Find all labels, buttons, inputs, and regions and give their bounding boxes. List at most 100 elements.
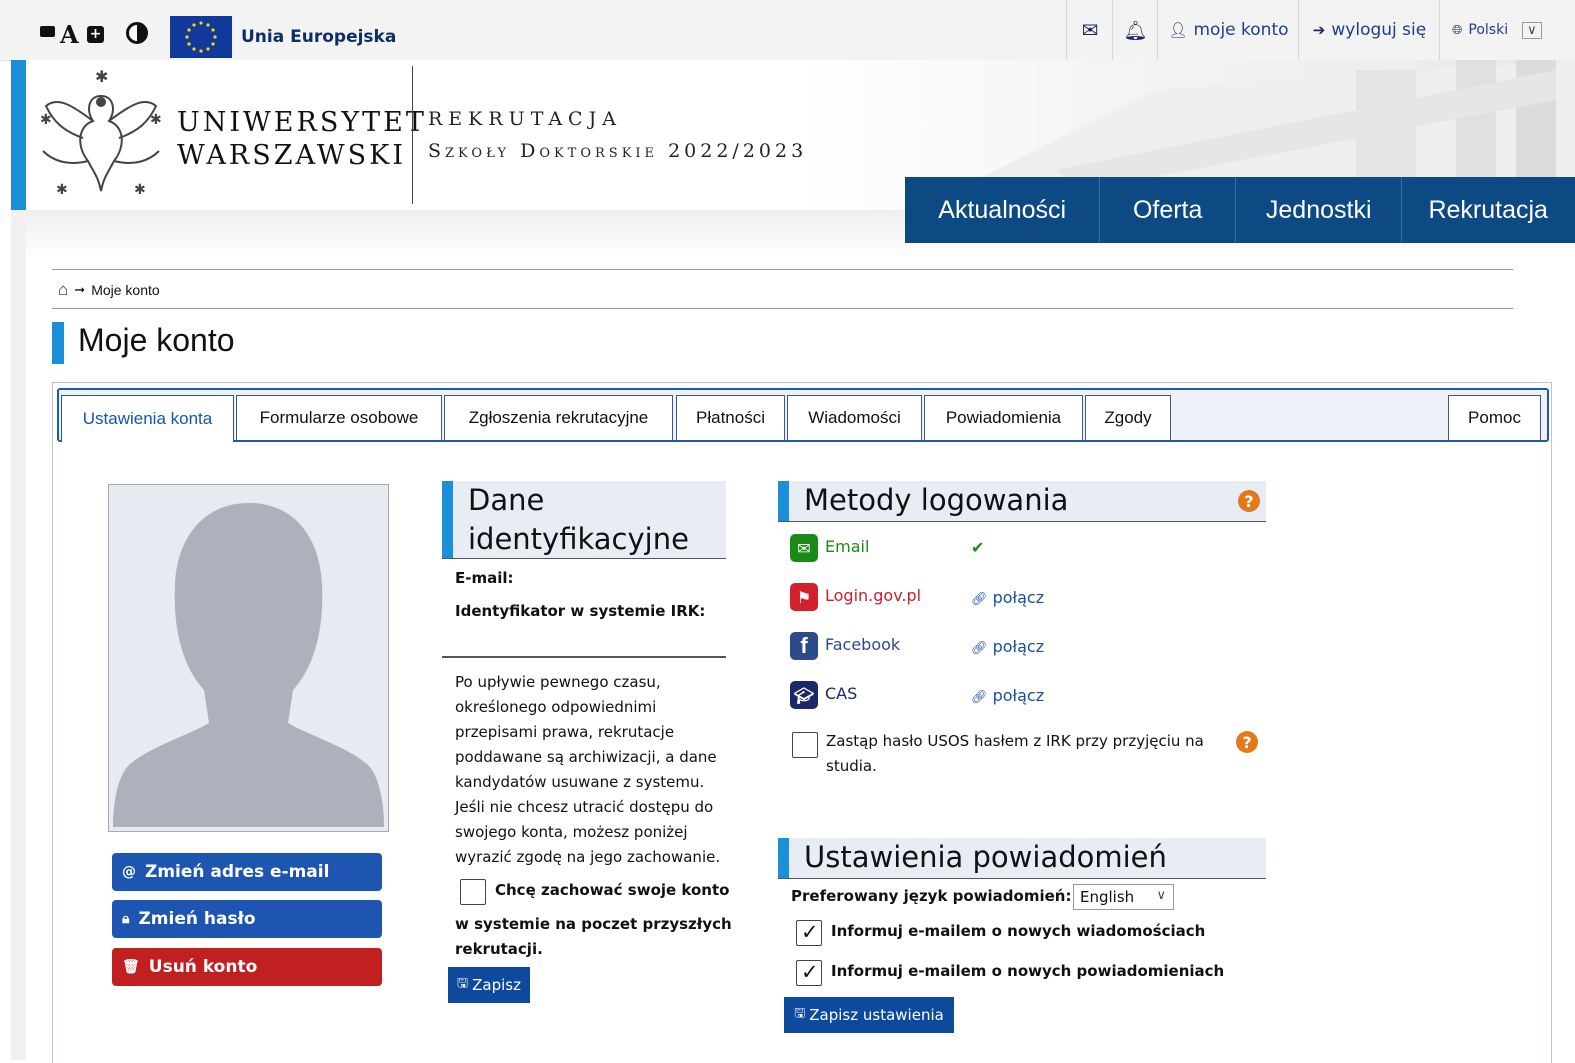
cas-connect-link[interactable]: 🔗︎ połącz bbox=[971, 686, 1044, 705]
nav-item-jednostki[interactable]: Jednostki bbox=[1236, 177, 1403, 243]
decrease-font-icon[interactable] bbox=[40, 26, 55, 37]
tab-platnosci[interactable]: Płatności bbox=[676, 395, 785, 440]
tab-wiadomosci[interactable]: Wiadomości bbox=[787, 395, 922, 440]
irk-id-label: Identyfikator w systemie IRK: bbox=[455, 602, 706, 620]
change-email-button[interactable]: @ Zmień adres e-mail bbox=[112, 853, 382, 891]
login-methods-header: Metody logowania ? bbox=[778, 481, 1266, 522]
identity-accent bbox=[442, 481, 453, 558]
svg-text:✱: ✱ bbox=[95, 67, 108, 86]
delete-account-label: Usuń konto bbox=[148, 957, 258, 977]
notify-notifications-checkbox[interactable] bbox=[796, 960, 822, 986]
language-select[interactable]: 🌐︎ Polski ∨ bbox=[1439, 0, 1575, 60]
breadcrumb-current: Moje konto bbox=[91, 282, 160, 298]
notifications-heading: Ustawienia powiadomień bbox=[804, 840, 1167, 874]
page-title: Moje konto bbox=[78, 322, 235, 358]
keep-account-label-rest: w systemie na poczet przyszłych rekrutac… bbox=[455, 915, 732, 958]
link-icon: 🔗︎ bbox=[971, 592, 988, 607]
link-icon: 🔗︎ bbox=[971, 641, 988, 656]
save-notifications-label: Zapisz ustawienia bbox=[809, 1006, 944, 1024]
my-account-link[interactable]: 👤︎ moje konto bbox=[1157, 0, 1299, 60]
breadcrumb: ⌂ ➞ Moje konto bbox=[58, 280, 160, 300]
replace-password-checkbox[interactable] bbox=[792, 732, 818, 758]
top-bar: A + Unia Europejska ✉ 🔔︎ 👤︎ moje konto ➔… bbox=[0, 0, 1575, 61]
svg-text:✱: ✱ bbox=[150, 112, 162, 128]
facebook-icon: f bbox=[790, 632, 818, 660]
identity-heading-line1: Dane bbox=[468, 483, 545, 517]
bell-icon: 🔔︎ bbox=[1123, 19, 1148, 42]
font-size-icon[interactable]: A bbox=[60, 20, 79, 49]
user-icon: 👤︎ bbox=[1168, 21, 1188, 39]
facebook-connect-label: połącz bbox=[992, 637, 1045, 656]
notification-language-value: English bbox=[1080, 888, 1135, 906]
archive-info-text: Po upływie pewnego czasu, określonego od… bbox=[455, 673, 721, 866]
breadcrumb-divider-bottom bbox=[52, 308, 1513, 309]
messages-button[interactable]: ✉ bbox=[1066, 0, 1113, 60]
notify-messages-checkbox[interactable] bbox=[796, 920, 822, 946]
main-nav: Aktualności Oferta Jednostki Rekrutacja bbox=[905, 177, 1575, 243]
eu-label[interactable]: Unia Europejska bbox=[241, 27, 396, 47]
notification-language-select[interactable]: English ∨ bbox=[1073, 884, 1174, 910]
university-eagle-logo[interactable]: ✱ ✱ ✱ ✱ ✱ bbox=[38, 66, 164, 206]
identity-section-header: Dane identyfikacyjne bbox=[442, 481, 726, 559]
identity-divider bbox=[442, 656, 726, 658]
login-methods-help-icon[interactable]: ? bbox=[1238, 490, 1260, 512]
svg-text:✱: ✱ bbox=[134, 182, 146, 198]
my-account-label: moje konto bbox=[1193, 20, 1289, 40]
tab-zgloszenia-rekrutacyjne[interactable]: Zgłoszenia rekrutacyjne bbox=[444, 395, 673, 440]
header-subtitle-line2: Szkoły Doktorskie 2022/2023 bbox=[428, 140, 808, 162]
identity-heading-line2: identyfikacyjne bbox=[468, 522, 689, 556]
change-email-label: Zmień adres e-mail bbox=[145, 862, 330, 882]
header-accent bbox=[11, 60, 26, 210]
logout-icon: ➔ bbox=[1312, 21, 1326, 39]
replace-password-label: Zastąp hasło USOS hasłem z IRK przy przy… bbox=[826, 732, 1204, 775]
breadcrumb-divider-top bbox=[52, 269, 1513, 270]
at-icon: @ bbox=[122, 864, 136, 880]
save-notifications-button[interactable]: 🖫︎ Zapisz ustawienia bbox=[784, 997, 954, 1033]
notification-language-label: Preferowany język powiadomień: bbox=[791, 887, 1072, 905]
eu-flag-icon bbox=[170, 16, 232, 58]
tab-zgody[interactable]: Zgody bbox=[1085, 395, 1171, 440]
logout-link[interactable]: ➔ wyloguj się bbox=[1298, 0, 1440, 60]
lock-icon: 🔒︎ bbox=[122, 911, 130, 927]
nav-item-aktualnosci[interactable]: Aktualności bbox=[905, 177, 1101, 243]
envelope-icon: ✉ bbox=[1081, 18, 1099, 42]
increase-font-icon[interactable]: + bbox=[87, 26, 104, 43]
change-password-button[interactable]: 🔒︎ Zmień hasło bbox=[112, 900, 382, 938]
tab-powiadomienia[interactable]: Powiadomienia bbox=[924, 395, 1083, 440]
tab-ustawienia-konta[interactable]: Ustawienia konta bbox=[61, 395, 234, 442]
login-methods-accent bbox=[778, 481, 789, 521]
tab-formularze-osobowe[interactable]: Formularze osobowe bbox=[236, 395, 442, 440]
contrast-icon[interactable] bbox=[126, 22, 148, 44]
notifications-header: Ustawienia powiadomień bbox=[778, 838, 1266, 879]
login-gov-connect-link[interactable]: 🔗︎ połącz bbox=[971, 588, 1044, 607]
university-name-line1: UNIWERSYTET bbox=[177, 107, 427, 138]
change-password-label: Zmień hasło bbox=[138, 909, 256, 929]
cas-name: CAS bbox=[825, 684, 858, 703]
save-icon: 🖫︎ bbox=[457, 976, 469, 991]
login-gov-name: Login.gov.pl bbox=[825, 586, 922, 605]
nav-item-rekrutacja[interactable]: Rekrutacja bbox=[1402, 177, 1575, 243]
email-method-name: Email bbox=[825, 537, 870, 556]
nav-item-oferta[interactable]: Oferta bbox=[1100, 177, 1236, 243]
svg-text:✱: ✱ bbox=[56, 182, 68, 198]
notify-notifications-label: Informuj e-mailem o nowych powiadomienia… bbox=[831, 962, 1225, 980]
language-label: Polski bbox=[1468, 22, 1509, 38]
notifications-button[interactable]: 🔔︎ bbox=[1112, 0, 1158, 60]
tab-pomoc[interactable]: Pomoc bbox=[1448, 395, 1541, 440]
notify-messages-label: Informuj e-mailem o nowych wiadomościach bbox=[831, 922, 1206, 940]
avatar-silhouette-icon bbox=[113, 489, 384, 827]
replace-password-help-icon[interactable]: ? bbox=[1236, 731, 1258, 753]
keep-account-checkbox[interactable] bbox=[460, 879, 486, 905]
link-icon: 🔗︎ bbox=[971, 690, 988, 705]
save-identity-button[interactable]: 🖫︎ Zapisz bbox=[448, 967, 530, 1003]
header-subtitle-line1: REKRUTACJA bbox=[428, 108, 622, 130]
facebook-connect-link[interactable]: 🔗︎ połącz bbox=[971, 637, 1044, 656]
home-icon[interactable]: ⌂ bbox=[58, 280, 68, 300]
avatar bbox=[108, 484, 389, 832]
notifications-accent bbox=[778, 838, 789, 878]
login-methods-heading: Metody logowania bbox=[804, 483, 1069, 517]
cas-connect-label: połącz bbox=[992, 686, 1045, 705]
svg-text:✱: ✱ bbox=[40, 112, 52, 128]
delete-account-button[interactable]: 🗑︎ Usuń konto bbox=[112, 948, 382, 986]
login-gov-icon: ⚑ bbox=[790, 583, 818, 611]
